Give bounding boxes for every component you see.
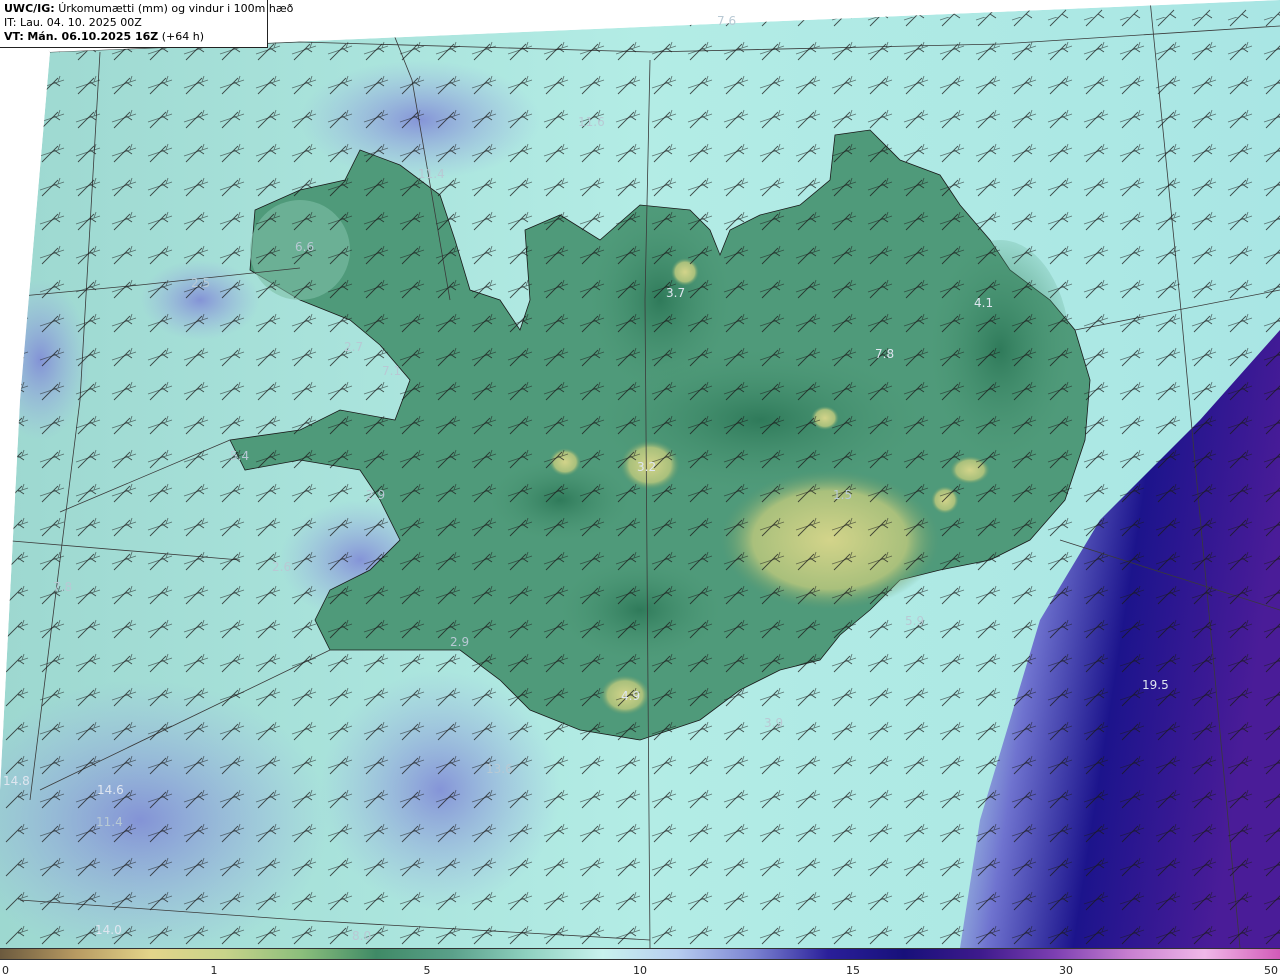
colorbar-tick: 1 — [210, 964, 218, 977]
value-label: 4.9 — [621, 689, 641, 703]
value-label: 1.5 — [833, 488, 853, 502]
colorbar-tick: 30 — [1059, 964, 1073, 977]
value-label: 3.2 — [637, 460, 657, 474]
value-label: 7.8 — [53, 580, 73, 594]
value-label: 6.6 — [295, 240, 315, 254]
colorbar: 0 1 5 10 15 30 50 — [0, 948, 1280, 978]
forecast-info-box: UWC/IG: Úrkomumætti (mm) og vindur i 100… — [0, 0, 293, 48]
value-label: 14.8 — [3, 774, 30, 788]
colorbar-tick: 0 — [2, 964, 9, 977]
model-name: UWC/IG: — [4, 2, 55, 15]
value-label: 7.8 — [875, 347, 895, 361]
vt-offset: (+64 h) — [161, 30, 205, 43]
colorbar-tick: 10 — [633, 964, 647, 977]
valid-time-row: VT: Mán. 06.10.2025 16Z (+64 h) — [4, 30, 263, 44]
value-label: 13.6 — [486, 762, 513, 776]
initial-time-row: IT: Lau. 04. 10. 2025 00Z — [4, 16, 263, 30]
colorbar-tick: 15 — [846, 964, 860, 977]
vt-label: VT: — [4, 30, 24, 43]
value-label: 2.5 — [191, 276, 211, 290]
field-title: Úrkomumætti (mm) og vindur i 100m hæð — [58, 2, 294, 15]
info-title-row: UWC/IG: Úrkomumætti (mm) og vindur i 100… — [4, 2, 293, 16]
value-label: 7.1 — [382, 364, 402, 378]
it-label: IT: — [4, 16, 17, 29]
colorbar-tick: 50 — [1264, 964, 1278, 977]
value-label: 4.1 — [974, 296, 994, 310]
value-label: 14.6 — [97, 783, 124, 797]
value-label: 2.9 — [450, 635, 470, 649]
value-label: 14.0 — [95, 923, 122, 937]
value-label: 11.6 — [578, 115, 605, 129]
it-value: Lau. 04. 10. 2025 00Z — [19, 16, 142, 29]
value-label: 11.4 — [96, 815, 123, 829]
value-label: 8.0 — [352, 929, 372, 943]
value-label: 19.5 — [1142, 678, 1169, 692]
value-label: 5.4 — [230, 449, 250, 463]
value-label: 11.4 — [418, 167, 445, 181]
vt-value: Mán. 06.10.2025 16Z — [27, 30, 159, 43]
value-label: 2.9 — [366, 488, 386, 502]
value-label: 3.7 — [666, 286, 686, 300]
colorbar-strip — [0, 948, 1280, 960]
colorbar-tick: 5 — [423, 964, 431, 977]
map-canvas — [0, 0, 1280, 948]
value-label: 3.9 — [764, 716, 784, 730]
precipitation-map[interactable]: 3.7 4.1 7.8 3.2 4.9 19.5 14.8 14.6 11.4 … — [0, 0, 1280, 948]
value-label: 2.7 — [344, 340, 364, 354]
value-label: 5.9 — [905, 614, 925, 628]
value-label: 2.6 — [272, 560, 292, 574]
value-label: 7.6 — [717, 14, 737, 28]
wind-barbs-offset — [18, 17, 1280, 948]
